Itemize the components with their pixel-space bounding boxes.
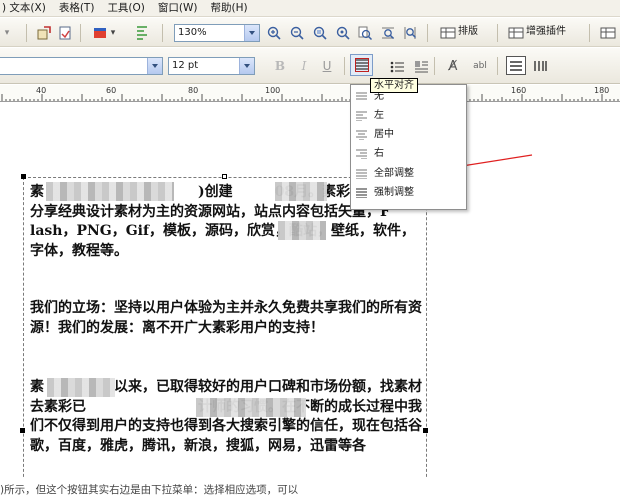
font-size-select[interactable]: 12 pt — [168, 57, 255, 75]
font-family-select[interactable] — [0, 57, 163, 75]
align-left-icon — [356, 111, 367, 121]
menu-tools[interactable]: 工具(O) — [101, 0, 151, 17]
toolbar-separator — [162, 24, 163, 42]
dropdown-arrow-icon[interactable]: ▾ — [0, 25, 14, 41]
toolbar-separator — [434, 57, 435, 75]
zoom-selected-icon[interactable] — [312, 25, 328, 41]
vertical-text-button[interactable] — [530, 57, 550, 74]
selection-handle[interactable] — [222, 174, 227, 179]
toolbar-separator — [497, 24, 498, 42]
zoom-value: 130% — [178, 27, 207, 38]
vertical-text-icon — [534, 60, 547, 71]
character-format-icon[interactable]: A̸ — [444, 58, 462, 74]
align-option-center[interactable]: 居中 — [351, 126, 466, 144]
menu-help[interactable]: 帮助(H) — [204, 0, 254, 17]
toolbar-separator — [344, 57, 345, 75]
selection-handle[interactable] — [20, 428, 25, 433]
zoom-in-icon[interactable] — [266, 25, 282, 41]
align-option-left[interactable]: 左 — [351, 107, 466, 125]
plugin-icon[interactable] — [508, 25, 524, 41]
horizontal-text-button[interactable] — [506, 56, 526, 75]
bullet-list-icon[interactable] — [389, 59, 405, 75]
zoom-select[interactable]: 130% — [174, 24, 260, 42]
layout-button-label[interactable]: 排版 — [458, 23, 478, 41]
bold-icon[interactable]: B — [273, 58, 287, 74]
redacted-region — [46, 182, 174, 201]
welcome-screen-icon[interactable] — [134, 25, 150, 41]
application-launcher-icon[interactable] — [92, 25, 108, 41]
export-icon[interactable] — [57, 25, 73, 41]
drop-cap-icon[interactable] — [413, 59, 429, 75]
chevron-down-icon[interactable] — [147, 58, 162, 74]
menu-bar: ) 文本(X) 表格(T) 工具(O) 窗口(W) 帮助(H) — [0, 0, 620, 17]
tooltip: 水平对齐 — [370, 78, 418, 93]
horizontal-align-button[interactable] — [350, 54, 373, 76]
ruler-label: 80 — [188, 86, 199, 95]
redacted-region — [275, 182, 327, 201]
selection-handle[interactable] — [21, 174, 26, 179]
align-option-force-justify[interactable]: 强制调整 — [351, 184, 466, 202]
selection-handle[interactable] — [423, 428, 428, 433]
toolbar-separator — [589, 24, 590, 42]
zoom-out-icon[interactable] — [289, 25, 305, 41]
horizontal-ruler[interactable]: 40 60 80 100 160 180 — [0, 85, 620, 102]
font-size-value: 12 pt — [172, 60, 199, 71]
toolbar-separator — [80, 24, 81, 42]
horizontal-text-icon — [510, 60, 522, 71]
plugin-button-label[interactable]: 增强插件 — [526, 23, 566, 41]
toolbar-separator — [427, 24, 428, 42]
ruler-label: 60 — [106, 86, 117, 95]
align-option-full-justify[interactable]: 全部调整 — [351, 165, 466, 183]
redacted-region — [196, 398, 306, 417]
chevron-down-icon[interactable] — [239, 58, 254, 74]
edit-text-icon[interactable]: abl — [470, 58, 490, 74]
chevron-down-icon[interactable]: ▾ — [108, 25, 118, 41]
chevron-down-icon[interactable] — [244, 25, 259, 41]
paragraph-stance: 我们的立场：坚持以用户体验为主并永久免费共享我们的所有资源！我们的发展：离不开广… — [30, 300, 422, 336]
ruler-label: 180 — [594, 86, 610, 95]
italic-icon[interactable]: I — [297, 58, 311, 74]
zoom-page-height-icon[interactable] — [402, 25, 418, 41]
menu-table[interactable]: 表格(T) — [53, 0, 102, 17]
horizontal-align-menu: 无 左 居中 右 全部调整 强制调整 — [350, 84, 467, 210]
layout-icon[interactable] — [440, 25, 456, 41]
import-icon[interactable] — [36, 25, 52, 41]
toolbar-separator — [497, 57, 498, 75]
underline-icon[interactable]: U — [320, 58, 334, 74]
document-canvas[interactable]: 素 )创建 08月。素彩网是一个以分享经典设计素材为主的资源网站，站点内容包括矢… — [0, 103, 620, 479]
align-force-justify-icon — [356, 188, 367, 198]
toolbar-separator — [26, 24, 27, 42]
ruler-label: 40 — [36, 86, 47, 95]
menu-window[interactable]: 窗口(W) — [152, 0, 205, 17]
ruler-label: 100 — [265, 86, 281, 95]
align-none-icon — [356, 92, 367, 100]
align-justify-icon — [356, 169, 367, 179]
ruler-label: 160 — [511, 86, 527, 95]
property-bar: 12 pt B I U A̸ abl — [0, 48, 620, 84]
zoom-page-icon[interactable] — [357, 25, 373, 41]
align-center-icon — [356, 130, 367, 140]
caption-text: )所示，但这个按钮其实右边是由下拉菜单：选择相应选项，可以 — [0, 484, 299, 496]
standard-toolbar: ▾ ▾ 130% 排版 增强插件 — [0, 18, 620, 47]
zoom-all-objects-icon[interactable] — [335, 25, 351, 41]
align-justify-icon — [354, 58, 369, 72]
menu-text[interactable]: ) 文本(X) — [0, 0, 53, 17]
align-option-right[interactable]: 右 — [351, 145, 466, 163]
zoom-page-width-icon[interactable] — [380, 25, 396, 41]
redacted-region — [47, 378, 115, 397]
table-icon[interactable] — [600, 25, 616, 41]
ruler-ticks — [1, 94, 619, 101]
redacted-region — [278, 221, 326, 240]
align-right-icon — [356, 149, 367, 159]
